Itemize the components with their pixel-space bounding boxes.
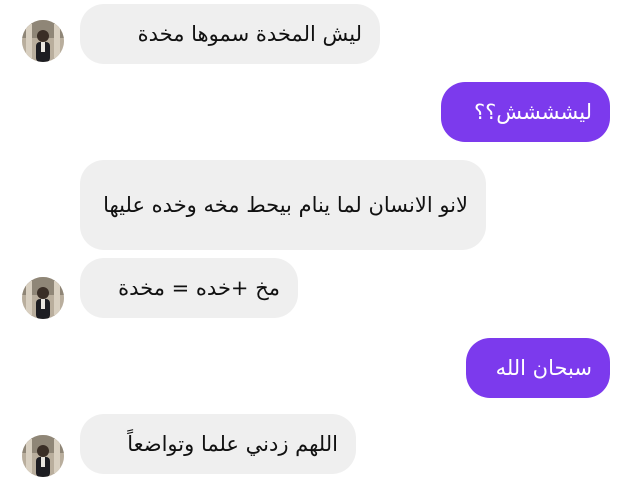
message-text: ليش المخدة سموها مخدة <box>137 22 362 46</box>
message-text: مخ +خده = مخدة <box>118 276 280 300</box>
message-bubble-outgoing[interactable]: سبحان الله <box>466 338 610 398</box>
message-bubble-incoming[interactable]: مخ +خده = مخدة <box>80 258 298 318</box>
chat-thread: ليش المخدة سموها مخدة ليشششش؟؟ لانو الان… <box>0 0 620 480</box>
avatar[interactable] <box>22 435 64 477</box>
message-text: ليشششش؟؟ <box>473 100 592 124</box>
avatar[interactable] <box>22 277 64 319</box>
message-text: اللهم زدني علما وتواضعاً <box>127 432 338 456</box>
message-bubble-incoming[interactable]: لانو الانسان لما ينام بيحط مخه وخده عليه… <box>80 160 486 250</box>
avatar[interactable] <box>22 20 64 62</box>
message-text: لانو الانسان لما ينام بيحط مخه وخده عليه… <box>103 193 468 217</box>
message-text: سبحان الله <box>495 356 592 380</box>
message-bubble-incoming[interactable]: ليش المخدة سموها مخدة <box>80 4 380 64</box>
message-bubble-outgoing[interactable]: ليشششش؟؟ <box>441 82 610 142</box>
message-bubble-incoming[interactable]: اللهم زدني علما وتواضعاً <box>80 414 356 474</box>
